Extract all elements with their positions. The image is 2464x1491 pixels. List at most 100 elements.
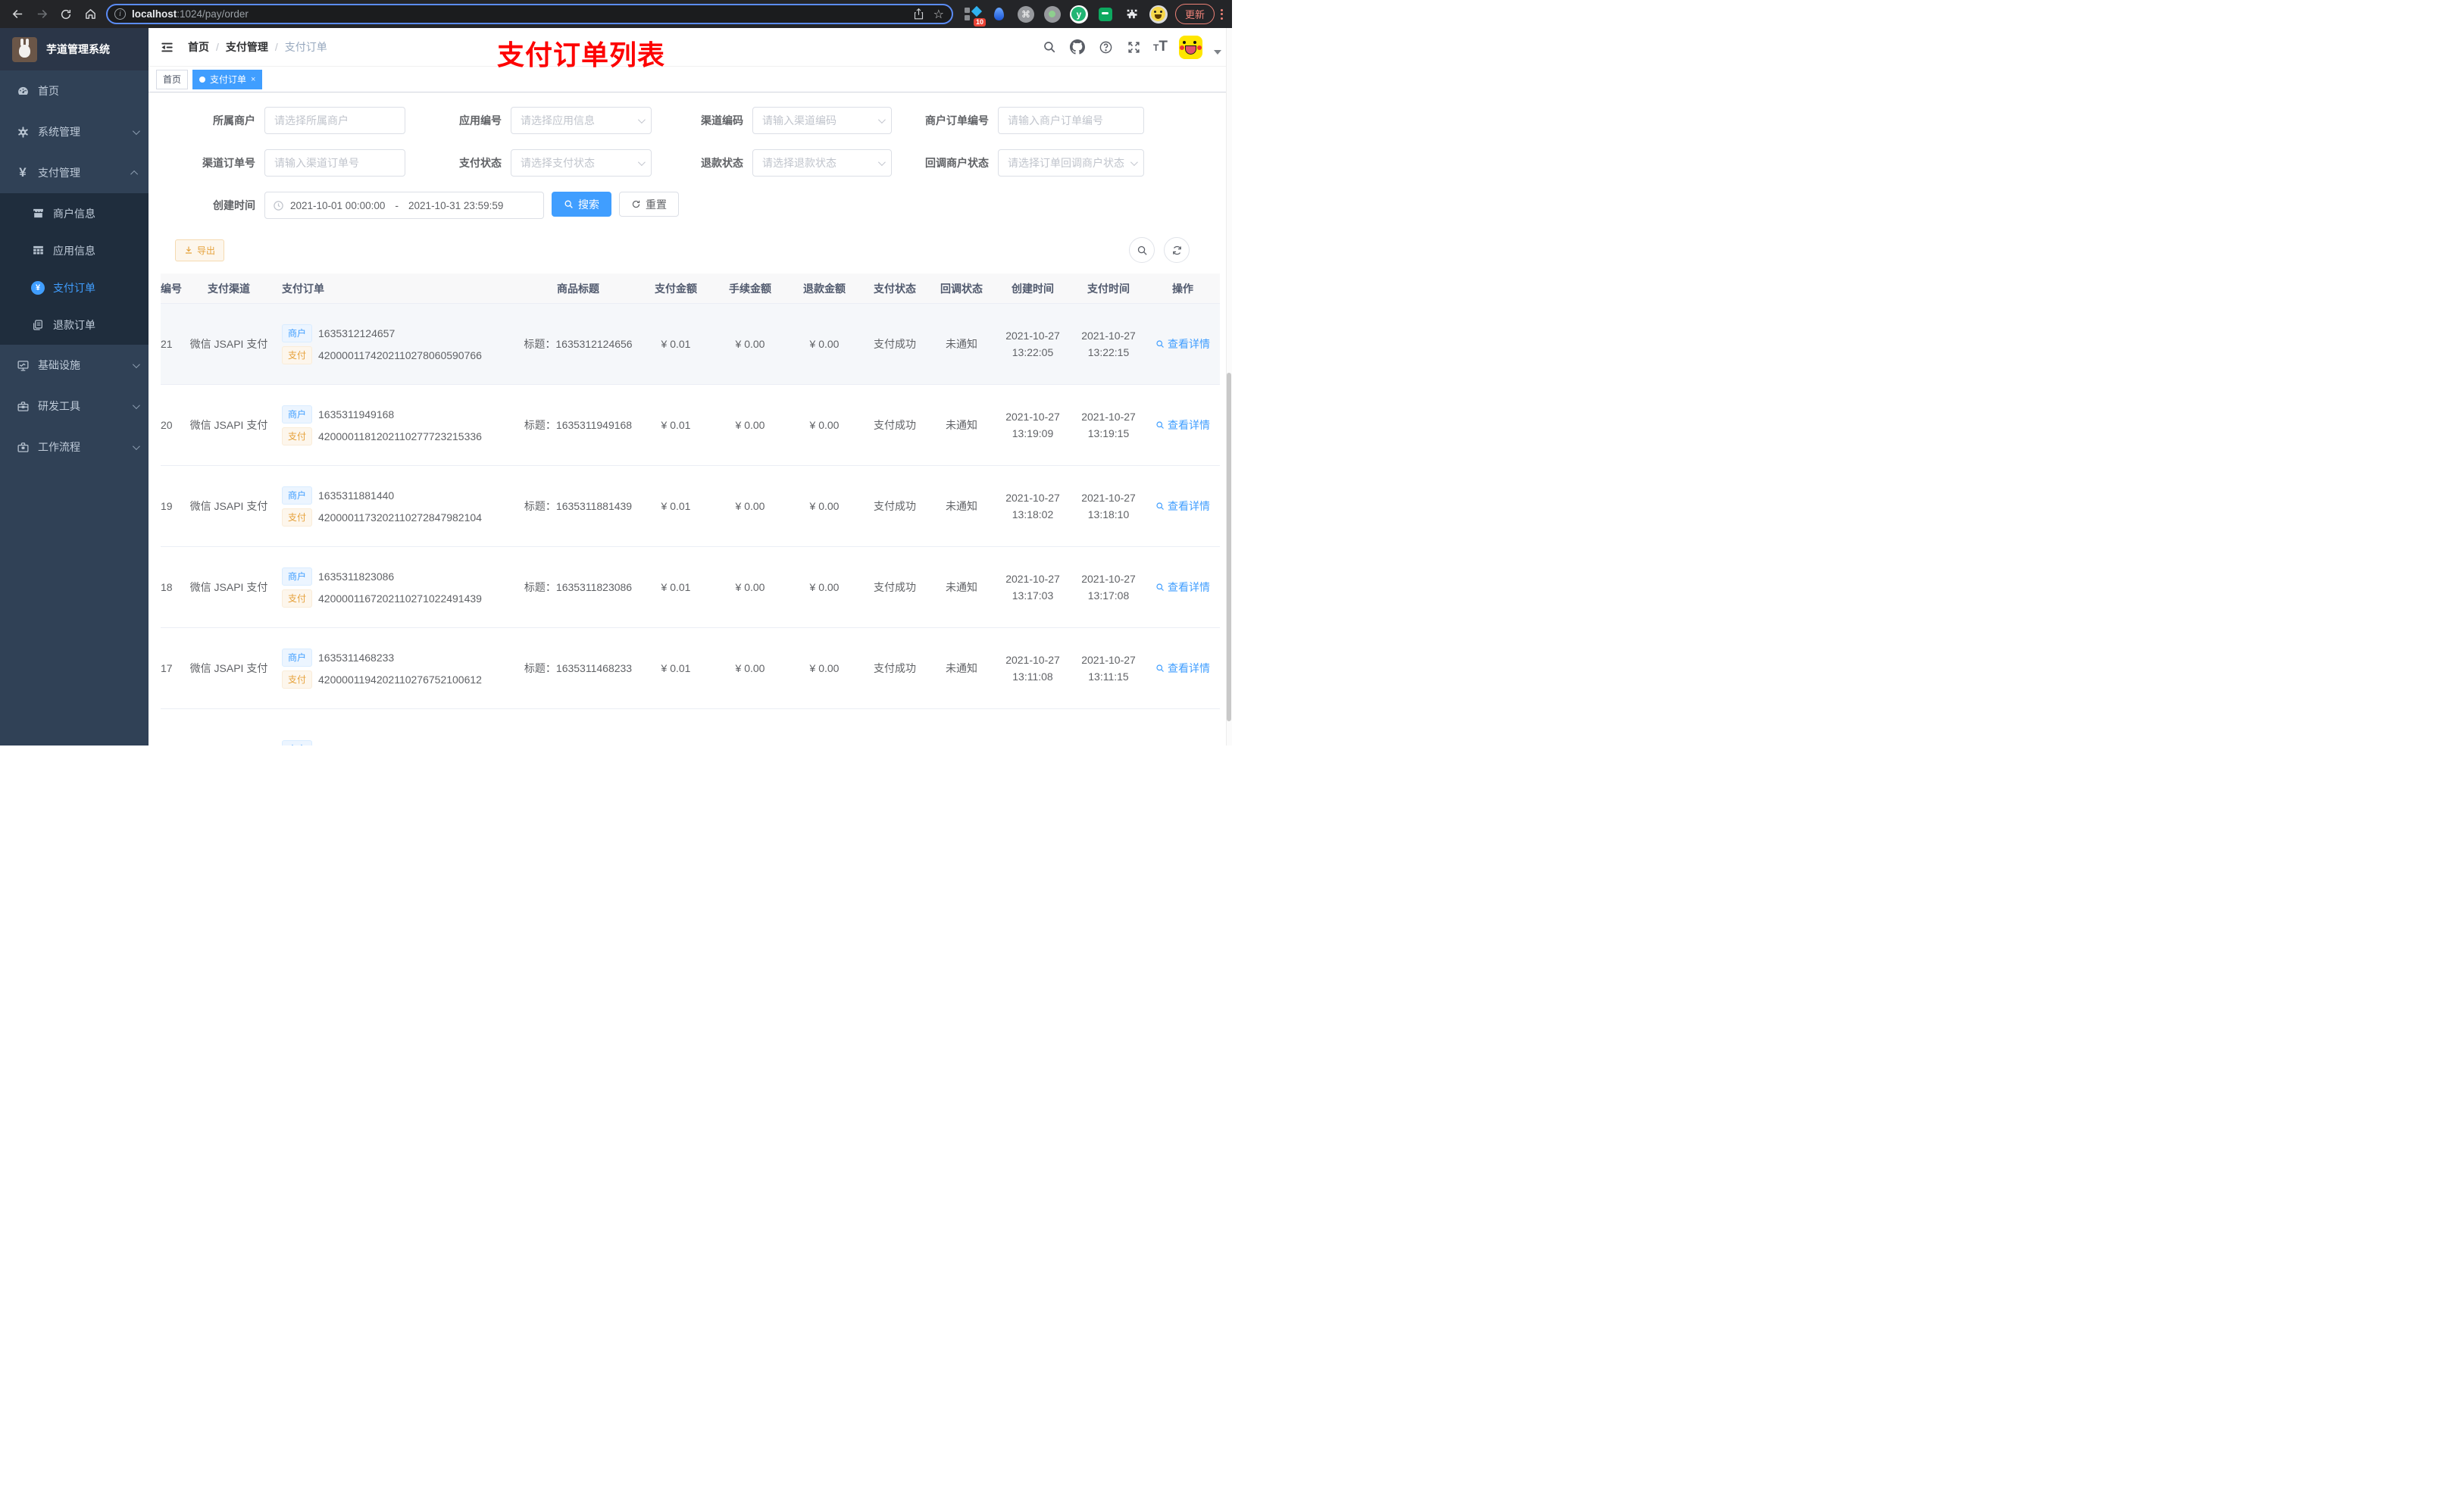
address-bar[interactable]: i localhost:1024/pay/order ☆ bbox=[106, 4, 953, 24]
extension-chat-icon[interactable] bbox=[1096, 5, 1115, 23]
page: i localhost:1024/pay/order ☆ 10 ⌘ y 更新 芋… bbox=[0, 0, 1232, 746]
sidebar-fold-icon[interactable] bbox=[149, 40, 182, 55]
site-info-icon[interactable]: i bbox=[114, 8, 126, 20]
sidebar-item-payment[interactable]: ¥ 支付管理 bbox=[0, 152, 149, 193]
cell-notify-status: 未通知 bbox=[946, 338, 977, 350]
cell-create-time: 2021-10-27 13:19:09 bbox=[1005, 411, 1060, 439]
merchant-order-no: 1635311351796 bbox=[318, 743, 394, 746]
font-size-icon[interactable]: TT bbox=[1153, 39, 1168, 55]
cell-pay-time: 2021-10-27 13:17:08 bbox=[1081, 573, 1136, 602]
close-icon[interactable]: × bbox=[251, 75, 255, 84]
cell-order: 商户 1635311823086 支付 4200001167202110271022… bbox=[274, 564, 518, 611]
sidebar-item-refund-order[interactable]: 退款订单 bbox=[0, 306, 149, 343]
reload-icon[interactable] bbox=[58, 6, 74, 23]
tag-home[interactable]: 首页 bbox=[156, 69, 189, 89]
cell-order: 商户 1635311351796 bbox=[274, 736, 518, 746]
tag-pay-order[interactable]: 支付订单 × bbox=[192, 69, 263, 89]
chevron-down-icon bbox=[132, 401, 140, 409]
cell-fee: ¥ 0.00 bbox=[735, 662, 765, 674]
github-icon[interactable] bbox=[1069, 39, 1086, 55]
refund-status-select[interactable]: 请选择退款状态 bbox=[752, 149, 892, 177]
browser-toolbar: i localhost:1024/pay/order ☆ 10 ⌘ y 更新 bbox=[0, 0, 1232, 28]
extension-blocks-icon[interactable]: 10 bbox=[964, 5, 986, 27]
sidebar-item-home[interactable]: 首页 bbox=[0, 70, 149, 111]
sidebar-item-system[interactable]: 系统管理 bbox=[0, 111, 149, 152]
app-logo: 芋道管理系统 bbox=[0, 28, 149, 70]
pay-tag: 支付 bbox=[282, 508, 313, 527]
extension-command-icon[interactable]: ⌘ bbox=[1017, 5, 1035, 23]
forward-icon[interactable] bbox=[33, 6, 50, 23]
back-icon[interactable] bbox=[9, 6, 26, 23]
orders-table: 编号 支付渠道 支付订单 商品标题 支付金额 手续金额 退款金额 支付状态 回调… bbox=[161, 274, 1220, 746]
cell-pay-time: 2021-10-27 13:22:15 bbox=[1081, 330, 1136, 358]
table-row[interactable]: 18 微信 JSAPI 支付 商户 1635311823086 支付 4200001… bbox=[161, 547, 1220, 628]
extension-balloon-icon[interactable] bbox=[990, 5, 1008, 23]
reset-button[interactable]: 重置 bbox=[619, 192, 679, 217]
channel-order-no: 4200001194202110276752100612 bbox=[318, 673, 482, 686]
date-range-picker[interactable]: 2021-10-01 00:00:00 - 2021-10-31 23:59:5… bbox=[264, 192, 544, 219]
user-avatar[interactable] bbox=[1179, 35, 1202, 59]
sidebar-item-merchant-info[interactable]: 商户信息 bbox=[0, 195, 149, 232]
sidebar-item-label: 支付管理 bbox=[38, 167, 80, 179]
cell-pay-time: 2021-10-27 13:19:15 bbox=[1081, 411, 1136, 439]
refresh-button[interactable] bbox=[1164, 237, 1190, 263]
channel-order-no-input[interactable] bbox=[265, 150, 405, 176]
scrollbar-thumb[interactable] bbox=[1227, 373, 1231, 721]
extension-y-icon[interactable]: y bbox=[1069, 5, 1088, 23]
bookmark-star-icon[interactable]: ☆ bbox=[933, 7, 944, 22]
app-title: 芋道管理系统 bbox=[46, 43, 110, 55]
merchant-order-no: 1635311823086 bbox=[318, 570, 395, 583]
pay-status-select[interactable]: 请选择支付状态 bbox=[511, 149, 652, 177]
briefcase-icon bbox=[14, 438, 32, 456]
avatar-caret-icon[interactable] bbox=[1214, 50, 1221, 55]
table-row[interactable]: 21 微信 JSAPI 支付 商户 1635312124657 支付 4200001… bbox=[161, 304, 1220, 385]
merchant-input[interactable] bbox=[265, 108, 405, 133]
view-detail-link[interactable]: 查看详情 bbox=[1155, 580, 1210, 595]
sidebar-item-dev-tools[interactable]: 研发工具 bbox=[0, 386, 149, 427]
merchant-order-no-input[interactable] bbox=[999, 108, 1143, 133]
fullscreen-icon[interactable] bbox=[1125, 39, 1142, 55]
view-detail-link[interactable]: 查看详情 bbox=[1155, 499, 1210, 514]
view-detail-link[interactable]: 查看详情 bbox=[1155, 661, 1210, 676]
help-icon[interactable] bbox=[1097, 39, 1114, 55]
merchant-tag: 商户 bbox=[282, 324, 313, 342]
sidebar-item-label: 系统管理 bbox=[38, 126, 80, 138]
sidebar-item-app-info[interactable]: 应用信息 bbox=[0, 232, 149, 269]
browser-update-button[interactable]: 更新 bbox=[1174, 4, 1215, 24]
show-search-button[interactable] bbox=[1129, 237, 1155, 263]
cell-id: 21 bbox=[161, 338, 173, 350]
share-icon[interactable] bbox=[913, 8, 924, 20]
browser-menu-icon[interactable] bbox=[1221, 8, 1223, 20]
export-button[interactable]: 导出 bbox=[175, 239, 225, 261]
home-icon[interactable] bbox=[82, 6, 98, 23]
window-scrollbar[interactable] bbox=[1226, 28, 1232, 746]
toolbox-icon bbox=[14, 397, 32, 415]
channel-order-no: 4200001173202110272847982104 bbox=[318, 511, 482, 524]
cell-amount: ¥ 0.01 bbox=[661, 338, 691, 350]
table-row[interactable]: 17 微信 JSAPI 支付 商户 1635311468233 支付 4200001… bbox=[161, 628, 1220, 709]
cell-channel: 微信 JSAPI 支付 bbox=[189, 419, 268, 431]
cell-amount: ¥ 0.01 bbox=[661, 500, 691, 512]
table-row[interactable]: 19 微信 JSAPI 支付 商户 1635311881440 支付 4200001… bbox=[161, 466, 1220, 547]
header-pay-status: 支付状态 bbox=[874, 282, 916, 295]
view-detail-link[interactable]: 查看详情 bbox=[1155, 336, 1210, 352]
extension-recorder-icon[interactable] bbox=[1043, 5, 1062, 23]
tags-view: 首页 支付订单 × bbox=[149, 67, 1232, 92]
table-header: 编号 支付渠道 支付订单 商品标题 支付金额 手续金额 退款金额 支付状态 回调… bbox=[161, 274, 1220, 304]
channel-code-select[interactable]: 请输入渠道编码 bbox=[752, 107, 892, 134]
table-row[interactable]: 20 微信 JSAPI 支付 商户 1635311949168 支付 4200001… bbox=[161, 385, 1220, 466]
breadcrumb-home[interactable]: 首页 bbox=[188, 39, 209, 55]
sidebar-item-infrastructure[interactable]: 基础设施 bbox=[0, 345, 149, 386]
header-pay-time: 支付时间 bbox=[1087, 282, 1130, 295]
app-select[interactable]: 请选择应用信息 bbox=[511, 107, 652, 134]
sidebar-item-workflow[interactable]: 工作流程 bbox=[0, 427, 149, 467]
profile-emoji-icon[interactable] bbox=[1149, 5, 1168, 23]
search-button[interactable]: 搜索 bbox=[552, 192, 611, 217]
pay-tag: 支付 bbox=[282, 345, 313, 364]
notify-status-select[interactable]: 请选择订单回调商户状态 bbox=[998, 149, 1144, 177]
view-detail-link[interactable]: 查看详情 bbox=[1155, 417, 1210, 433]
table-row[interactable]: 商户 1635311351796 bbox=[161, 709, 1220, 746]
extensions-puzzle-icon[interactable] bbox=[1123, 5, 1141, 23]
search-icon[interactable] bbox=[1041, 39, 1058, 55]
sidebar-item-pay-order[interactable]: ¥ 支付订单 bbox=[0, 269, 149, 306]
